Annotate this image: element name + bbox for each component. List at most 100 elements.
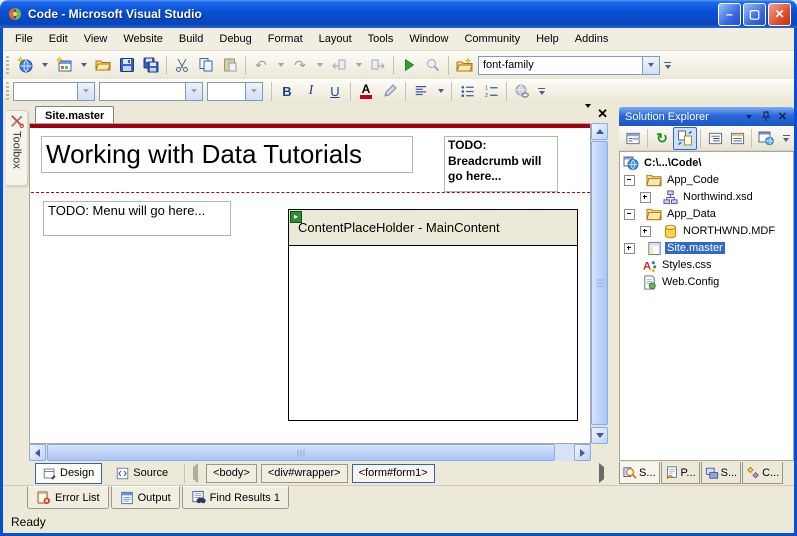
bold-button[interactable]: B bbox=[275, 80, 299, 103]
underline-button[interactable]: U bbox=[323, 80, 347, 103]
tab-find-results[interactable]: Find Results 1 bbox=[181, 486, 289, 509]
new-website-dropdown[interactable] bbox=[37, 54, 52, 77]
menu-build[interactable]: Build bbox=[171, 29, 211, 49]
find-button[interactable] bbox=[421, 54, 445, 77]
block-format-combobox[interactable] bbox=[13, 81, 95, 101]
save-all-button[interactable] bbox=[139, 54, 163, 77]
menu-layout[interactable]: Layout bbox=[311, 29, 360, 49]
scroll-left-button[interactable] bbox=[29, 444, 46, 461]
tag-nav-left-icon[interactable] bbox=[193, 463, 199, 483]
font-name-combobox[interactable] bbox=[99, 81, 203, 101]
auto-hide-pin-icon[interactable] bbox=[758, 109, 773, 124]
horizontal-scroll-thumb[interactable] bbox=[47, 444, 555, 461]
source-view-button[interactable]: Source bbox=[108, 463, 176, 484]
redo-button[interactable]: ↷ bbox=[288, 54, 312, 77]
menu-view[interactable]: View bbox=[76, 29, 116, 49]
title-bar[interactable]: Code - Microsoft Visual Studio – ▢ ✕ bbox=[0, 0, 797, 28]
design-surface[interactable]: Working with Data Tutorials TODO: Breadc… bbox=[29, 123, 591, 444]
menu-window[interactable]: Window bbox=[401, 29, 456, 49]
expand-icon[interactable] bbox=[624, 242, 635, 254]
menu-format[interactable]: Format bbox=[260, 29, 311, 49]
tab-server-explorer[interactable]: S... bbox=[700, 462, 742, 484]
formatting-options-chevron[interactable] bbox=[534, 80, 549, 103]
aspnet-configuration-button[interactable] bbox=[755, 128, 777, 149]
highlight-button[interactable] bbox=[378, 80, 402, 103]
copy-button[interactable] bbox=[194, 54, 218, 77]
tree-item-web-config[interactable]: Web.Config bbox=[641, 274, 721, 290]
close-document-icon[interactable]: ✕ bbox=[597, 107, 608, 120]
tab-solution-explorer[interactable]: S... bbox=[619, 462, 660, 484]
undo-button[interactable]: ↶ bbox=[249, 54, 273, 77]
nest-related-files-button[interactable] bbox=[704, 128, 726, 149]
vertical-scroll-thumb[interactable] bbox=[591, 141, 608, 425]
design-vertical-scrollbar[interactable] bbox=[591, 123, 608, 444]
design-horizontal-scrollbar[interactable] bbox=[29, 444, 591, 461]
toolbar-options-chevron[interactable] bbox=[660, 54, 675, 77]
menu-todo-box[interactable]: TODO: Menu will go here... bbox=[43, 201, 231, 236]
toolbar-grip-2[interactable] bbox=[6, 82, 9, 100]
window-position-dropdown-icon[interactable] bbox=[741, 109, 756, 124]
view-class-diagram-button[interactable] bbox=[726, 128, 748, 149]
add-item-dropdown[interactable] bbox=[76, 54, 91, 77]
solution-explorer-titlebar[interactable]: Solution Explorer ✕ bbox=[619, 107, 794, 126]
expand-icon[interactable] bbox=[640, 225, 651, 237]
navigate-back-button[interactable] bbox=[327, 54, 351, 77]
active-files-dropdown-icon[interactable] bbox=[585, 103, 592, 120]
solution-tree[interactable]: C:\...\Code\ App_Code Northwind.xsd App_… bbox=[619, 151, 794, 461]
collapse-icon[interactable] bbox=[624, 208, 635, 220]
alignment-button[interactable] bbox=[409, 80, 433, 103]
scroll-down-button[interactable] bbox=[591, 427, 608, 444]
start-debugging-button[interactable] bbox=[397, 54, 421, 77]
scroll-up-button[interactable] bbox=[591, 123, 608, 140]
menu-addins[interactable]: Addins bbox=[567, 29, 617, 49]
tree-item-root[interactable]: C:\...\Code\ bbox=[623, 155, 703, 171]
paste-button[interactable] bbox=[218, 54, 242, 77]
menu-help[interactable]: Help bbox=[528, 29, 567, 49]
add-item-button[interactable] bbox=[52, 54, 76, 77]
content-placeholder[interactable]: ▸ ContentPlaceHolder - MainContent bbox=[288, 209, 578, 421]
toolbox-tab[interactable]: Toolbox bbox=[6, 110, 28, 186]
open-file-button[interactable] bbox=[91, 54, 115, 77]
style-builder-icon[interactable] bbox=[452, 54, 476, 77]
close-panel-icon[interactable]: ✕ bbox=[775, 109, 790, 124]
menu-file[interactable]: File bbox=[7, 29, 41, 49]
tree-item-app-data[interactable]: App_Data bbox=[624, 206, 718, 222]
design-view-button[interactable]: Design bbox=[35, 462, 103, 484]
font-color-button[interactable]: A bbox=[354, 80, 378, 103]
tree-item-northwind-xsd[interactable]: Northwind.xsd bbox=[640, 189, 755, 205]
maximize-button[interactable]: ▢ bbox=[743, 2, 766, 26]
bullet-list-button[interactable] bbox=[455, 80, 479, 103]
menu-website[interactable]: Website bbox=[115, 29, 171, 49]
alignment-dropdown[interactable] bbox=[433, 80, 448, 103]
breadcrumb-todo-box[interactable]: TODO: Breadcrumb will go here... bbox=[444, 136, 558, 192]
numbered-list-button[interactable]: 12 bbox=[479, 80, 503, 103]
tab-error-list[interactable]: Error List bbox=[27, 486, 109, 509]
tag-nav-right-icon[interactable] bbox=[599, 463, 604, 483]
tab-class-view[interactable]: C... bbox=[742, 462, 784, 484]
menu-debug[interactable]: Debug bbox=[211, 29, 259, 49]
copy-website-button[interactable] bbox=[673, 126, 697, 150]
redo-dropdown[interactable] bbox=[312, 54, 327, 77]
tag-div-wrapper[interactable]: <div#wrapper> bbox=[260, 463, 348, 483]
tree-item-styles-css[interactable]: A Styles.css bbox=[641, 257, 714, 273]
expand-icon[interactable] bbox=[640, 191, 651, 203]
menu-tools[interactable]: Tools bbox=[360, 29, 402, 49]
cut-button[interactable] bbox=[170, 54, 194, 77]
tree-item-site-master[interactable]: Site.master bbox=[624, 240, 725, 256]
save-button[interactable] bbox=[115, 54, 139, 77]
font-family-combobox[interactable]: font-family bbox=[478, 55, 660, 75]
tab-output[interactable]: Output bbox=[110, 486, 180, 509]
collapse-icon[interactable] bbox=[624, 174, 635, 186]
undo-dropdown[interactable] bbox=[273, 54, 288, 77]
refresh-button[interactable]: ↻ bbox=[651, 128, 673, 149]
tab-properties[interactable]: P... bbox=[660, 462, 700, 484]
content-placeholder-header[interactable]: ▸ ContentPlaceHolder - MainContent bbox=[289, 210, 577, 246]
new-website-button[interactable] bbox=[13, 54, 37, 77]
combo-dropdown-icon[interactable] bbox=[642, 56, 659, 74]
font-size-combobox[interactable] bbox=[207, 81, 263, 101]
menu-edit[interactable]: Edit bbox=[41, 29, 76, 49]
properties-button[interactable] bbox=[622, 128, 644, 149]
site-heading[interactable]: Working with Data Tutorials bbox=[41, 136, 413, 173]
scroll-right-button[interactable] bbox=[574, 444, 591, 461]
minimize-button[interactable]: – bbox=[718, 2, 741, 26]
